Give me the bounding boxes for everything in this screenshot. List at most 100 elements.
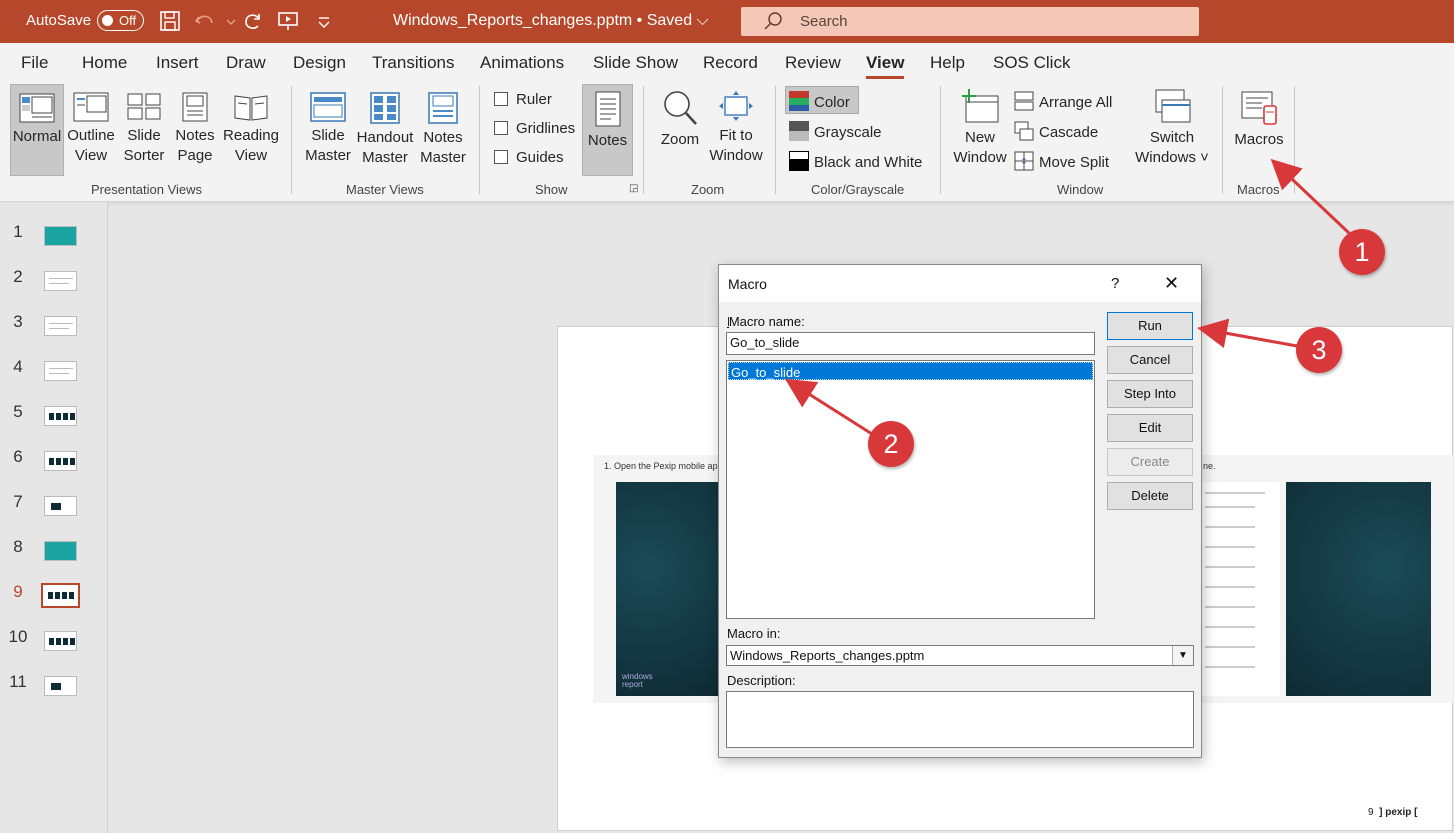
slide-thumb-4[interactable]: 4 (0, 357, 108, 387)
edit-button[interactable]: Edit (1107, 414, 1193, 442)
slide-thumb-5[interactable]: 5 (0, 402, 108, 432)
slide-thumb-1[interactable]: 1 (0, 222, 108, 252)
slide-number: 4 (13, 357, 23, 376)
undo-icon[interactable] (193, 9, 217, 33)
notes-page-button[interactable]: Notes Page (172, 92, 218, 166)
redo-icon[interactable] (241, 9, 265, 33)
fit-to-window-button[interactable]: Fit to Window (706, 90, 766, 166)
save-icon[interactable] (158, 9, 182, 33)
slide-number: 7 (13, 492, 23, 511)
ruler-checkbox[interactable]: Ruler (494, 91, 552, 108)
show-dialog-launcher-icon[interactable]: ◲ (629, 183, 638, 194)
slide-thumbnail[interactable] (44, 316, 77, 336)
tab-home[interactable]: Home (82, 53, 127, 73)
tab-review[interactable]: Review (785, 53, 841, 73)
outline-view-button[interactable]: Outline View (66, 92, 116, 166)
handout-master-button[interactable]: Handout Master (354, 92, 416, 168)
slide-thumbnail[interactable] (44, 541, 77, 561)
gridlines-label: Gridlines (516, 120, 576, 137)
guides-label: Guides (516, 149, 564, 166)
tab-file[interactable]: File (21, 53, 48, 73)
macros-button[interactable]: Macros (1232, 90, 1286, 150)
slide-thumbnail[interactable] (41, 583, 80, 608)
slide-thumb-8[interactable]: 8 (0, 537, 108, 567)
tab-slide-show[interactable]: Slide Show (593, 53, 678, 73)
slide-thumb-7[interactable]: 7 (0, 492, 108, 522)
tab-sos-click[interactable]: SOS Click (993, 53, 1070, 73)
run-button[interactable]: Run (1107, 312, 1193, 340)
macro-list-item[interactable]: Go_to_slide (728, 362, 1093, 380)
black-and-white-button[interactable]: Black and White (789, 151, 922, 171)
document-title[interactable]: Windows_Reports_changes.pptm • Saved ⌵ (393, 12, 709, 30)
dialog-title-bar[interactable]: Macro ? ✕ (719, 265, 1201, 302)
slide-thumbnail[interactable] (44, 361, 77, 381)
slide-thumb-6[interactable]: 6 (0, 447, 108, 477)
slide-thumbnail[interactable] (44, 271, 77, 291)
search-input[interactable]: Search (741, 7, 1199, 36)
slide-thumbnail[interactable] (44, 406, 77, 426)
outline-label-1: Outline (67, 127, 115, 144)
tab-animations[interactable]: Animations (480, 53, 564, 73)
present-from-start-icon[interactable] (276, 9, 300, 33)
slide-thumbnail[interactable] (44, 631, 77, 651)
macro-in-select[interactable]: Windows_Reports_changes.pptm ▼ (726, 645, 1194, 666)
cascade-button[interactable]: Cascade (1014, 121, 1098, 141)
macro-name-input[interactable]: Go_to_slide (726, 332, 1095, 355)
tab-insert[interactable]: Insert (156, 53, 199, 73)
slide-thumbnail[interactable] (44, 676, 77, 696)
slide-number: 11 (9, 672, 27, 691)
normal-view-button[interactable]: Normal (10, 84, 64, 176)
outline-view-icon (73, 92, 109, 122)
delete-button[interactable]: Delete (1107, 482, 1193, 510)
slide-master-label-1: Slide (311, 127, 345, 144)
help-icon[interactable]: ? (1111, 275, 1119, 292)
notes-master-button[interactable]: Notes Master (419, 92, 467, 168)
tab-draw[interactable]: Draw (226, 53, 266, 73)
chevron-down-icon[interactable]: ▼ (1172, 646, 1193, 665)
slide-thumbnail[interactable] (44, 496, 77, 516)
customize-toolbar-icon[interactable] (312, 9, 330, 33)
guides-checkbox-box[interactable] (494, 150, 508, 164)
new-window-button[interactable]: New Window (952, 88, 1008, 168)
slide-thumbnail[interactable] (44, 451, 77, 471)
fit-to-window-icon (719, 91, 753, 121)
gridlines-checkbox[interactable]: Gridlines (494, 120, 575, 137)
reading-view-button[interactable]: Reading View (222, 92, 280, 166)
annotation-badge-2: 2 (868, 421, 914, 467)
tab-transitions[interactable]: Transitions (372, 53, 455, 73)
create-button[interactable]: Create (1107, 448, 1193, 476)
slide-thumb-11[interactable]: 11 (0, 672, 108, 702)
slide-number: 9 (13, 582, 23, 601)
ruler-checkbox-box[interactable] (494, 92, 508, 106)
autosave-toggle[interactable]: Off (97, 10, 144, 31)
undo-dropdown-icon[interactable] (219, 9, 236, 33)
slide-thumb-2[interactable]: 2 (0, 267, 108, 297)
tab-help[interactable]: Help (930, 53, 965, 73)
notes-toggle-button[interactable]: Notes (582, 84, 633, 176)
color-button[interactable]: Color (789, 91, 850, 111)
arrange-all-button[interactable]: Arrange All (1014, 91, 1112, 111)
description-field[interactable] (726, 691, 1194, 748)
step-into-button[interactable]: Step Into (1107, 380, 1193, 408)
guides-checkbox[interactable]: Guides (494, 149, 564, 166)
zoom-button[interactable]: Zoom (656, 90, 704, 150)
slide-thumb-3[interactable]: 3 (0, 312, 108, 342)
slide-sorter-button[interactable]: Slide Sorter (121, 92, 167, 166)
zoom-group-label: Zoom (691, 182, 725, 197)
slide-thumb-9[interactable]: 9 (0, 582, 108, 612)
grayscale-button[interactable]: Grayscale (789, 121, 882, 141)
close-icon[interactable]: ✕ (1164, 273, 1179, 294)
tab-view[interactable]: View (866, 53, 904, 73)
slide-master-button[interactable]: Slide Master (303, 92, 353, 166)
macro-list[interactable]: Go_to_slide (726, 360, 1095, 619)
move-split-button[interactable]: Move Split (1014, 151, 1109, 171)
slide-thumbnail[interactable] (44, 226, 77, 246)
ruler-label: Ruler (516, 91, 552, 108)
slide-thumb-10[interactable]: 10 (0, 627, 108, 657)
switch-windows-button[interactable]: Switch Windows ˅ (1132, 88, 1212, 168)
gridlines-checkbox-box[interactable] (494, 121, 508, 135)
tab-record[interactable]: Record (703, 53, 758, 73)
cancel-button[interactable]: Cancel (1107, 346, 1193, 374)
black-and-white-icon (789, 151, 809, 171)
tab-design[interactable]: Design (293, 53, 346, 73)
